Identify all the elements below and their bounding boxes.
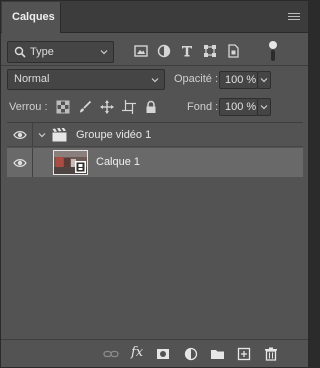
lock-artboard-icon[interactable] [122,100,136,114]
eye-icon[interactable] [13,158,27,168]
layer-name: Calque 1 [96,156,141,168]
visibility-column [7,123,33,146]
layers-list: Groupe vidéo 1 Calque 1 [7,122,303,340]
smart-object-filter-icon[interactable] [226,44,240,58]
video-group-icon [52,128,67,142]
lock-transparent-pixels-icon[interactable] [56,100,70,114]
layer-thumbnail [53,150,88,175]
add-mask-icon[interactable] [156,347,170,361]
new-layer-icon[interactable] [237,347,251,361]
adjustment-layer-icon[interactable] [184,347,198,361]
chevron-down-icon [151,78,159,83]
new-group-icon[interactable] [210,347,225,361]
fill-input[interactable]: 100 % [219,98,258,116]
lock-all-icon[interactable] [144,100,158,114]
panel-menu-icon[interactable] [288,13,300,22]
layer-style-icon[interactable]: fx [131,345,143,360]
opacity-dropdown[interactable] [257,71,271,89]
lock-label: Verrou : [9,101,48,113]
layer-filter-row: Type [7,41,303,63]
layer-name: Groupe vidéo 1 [76,129,152,141]
pixel-filter-icon[interactable] [134,44,148,58]
layers-panel: Calques Type Normal Opacité: 100 % Verr… [0,0,309,368]
filter-toggle-switch[interactable] [269,41,277,63]
filter-kind-label: Type [30,46,54,58]
blend-mode-value: Normal [14,73,50,85]
visibility-column [7,148,33,177]
shape-filter-icon[interactable] [203,44,217,58]
video-frame-thumbnail [54,151,87,174]
fill-dropdown[interactable] [257,98,271,116]
filter-kind-select[interactable]: Type [7,41,114,63]
lock-image-pixels-icon[interactable] [78,100,92,114]
lock-position-icon[interactable] [100,100,114,114]
chevron-down-icon [260,105,268,110]
opacity-input[interactable]: 100 % [219,71,258,89]
layer-row-group[interactable]: Groupe vidéo 1 [7,123,303,147]
chevron-down-icon[interactable] [38,131,46,139]
adjustment-filter-icon[interactable] [157,44,171,58]
opacity-label: Opacité : [174,73,219,85]
tab-layers[interactable]: Calques [2,2,61,33]
type-filter-icon[interactable] [180,44,194,58]
divider [1,65,308,66]
eye-icon[interactable] [13,130,27,140]
chevron-down-icon [100,50,108,55]
panel-tab-bar: Calques [1,1,308,33]
link-layers-icon[interactable] [103,347,119,361]
fill-label: Fond : [187,101,219,113]
layers-bottom-toolbar: fx [1,340,308,367]
layer-row-selected[interactable]: Calque 1 [7,148,303,177]
chevron-down-icon [260,78,268,83]
search-icon [14,46,26,58]
delete-layer-icon[interactable] [264,347,278,361]
blend-mode-select[interactable]: Normal [7,69,165,90]
